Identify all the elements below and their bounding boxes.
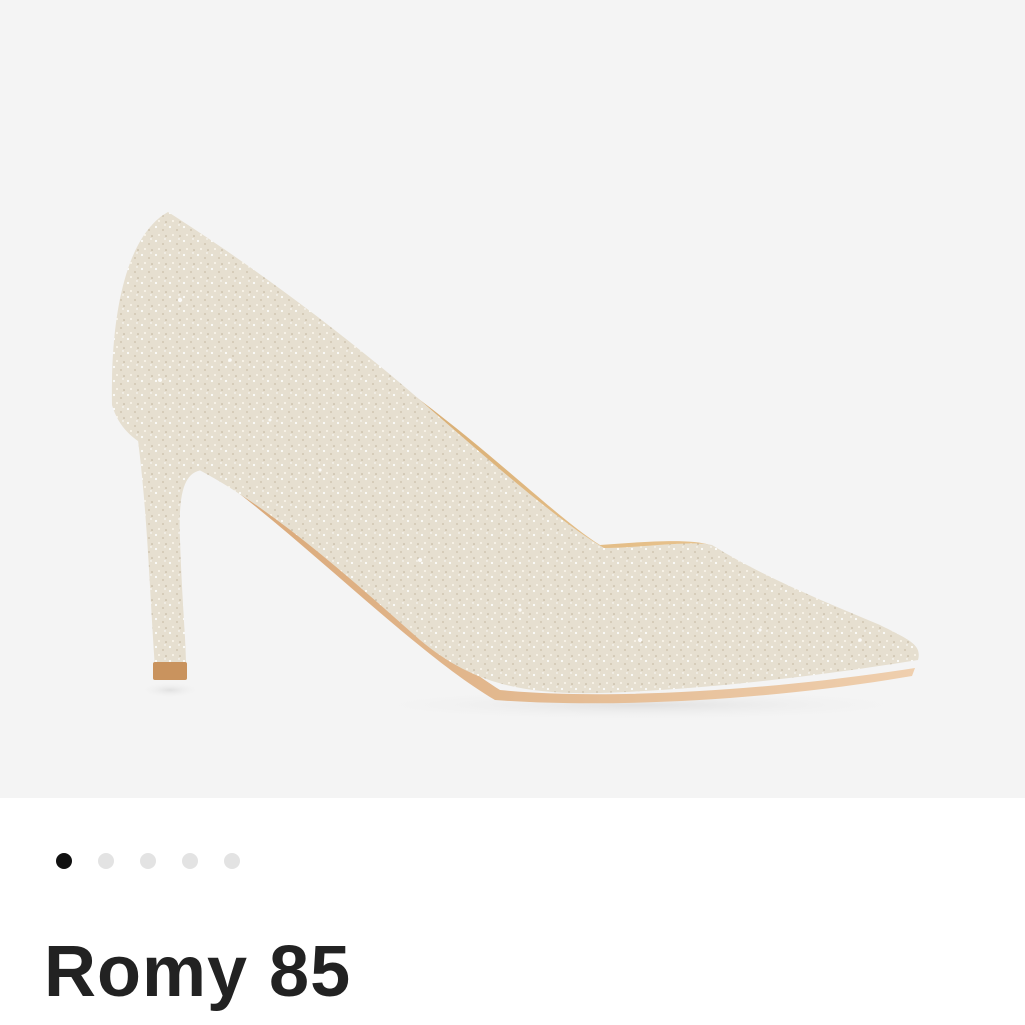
heel-tip: [153, 662, 187, 680]
carousel-dot-4[interactable]: [182, 853, 198, 869]
carousel-dot-1[interactable]: [56, 853, 72, 869]
carousel-indicator: [56, 853, 240, 869]
shoe-upper: [111, 212, 919, 694]
carousel-dot-2[interactable]: [98, 853, 114, 869]
carousel-dot-3[interactable]: [140, 853, 156, 869]
shoe-heel: [138, 440, 205, 668]
product-page: Romy 85: [0, 0, 1025, 1025]
carousel-dot-5[interactable]: [224, 853, 240, 869]
product-image-gallery[interactable]: [0, 0, 1025, 798]
product-image: [111, 212, 930, 721]
product-title: Romy 85: [44, 932, 352, 1012]
